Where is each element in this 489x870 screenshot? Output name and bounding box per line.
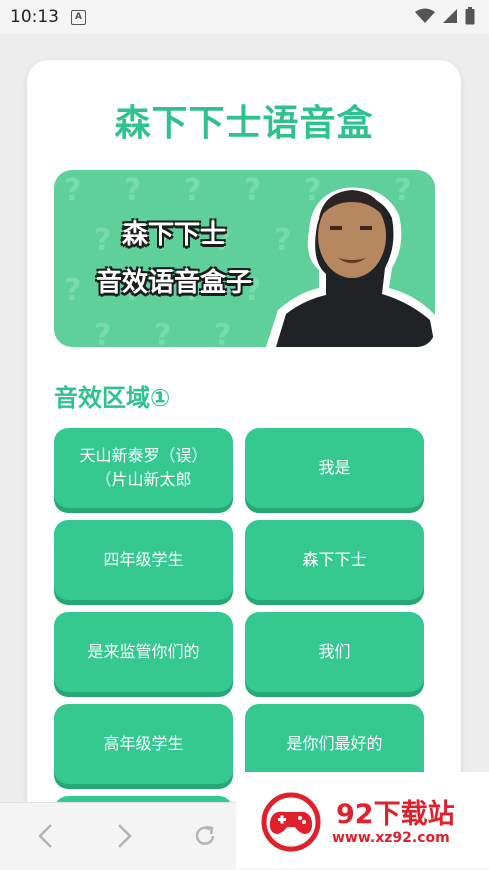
sound-button[interactable]: 我们 <box>245 612 424 692</box>
watermark-logo: 92下载站 www.xz92.com <box>236 772 489 869</box>
status-bar: 10:13 A <box>0 0 489 34</box>
wifi-icon <box>415 8 435 23</box>
svg-text:?: ? <box>244 173 261 208</box>
svg-text:?: ? <box>154 318 171 347</box>
watermark-name: 92下载站 <box>336 799 455 830</box>
svg-text:?: ? <box>184 173 201 208</box>
battery-icon <box>465 7 475 25</box>
chevron-left-icon[interactable] <box>36 823 56 849</box>
sound-button[interactable]: 森下下士 <box>245 520 424 600</box>
a-letter-icon: A <box>71 9 86 25</box>
banner-line-2: 音效语音盒子 <box>95 268 252 298</box>
svg-text:?: ? <box>94 318 111 347</box>
sound-button[interactable]: 是来监管你们的 <box>54 612 233 692</box>
reload-icon[interactable] <box>192 823 218 849</box>
app-card: 森下下士语音盒 ?????? ???? ???? ???? 森下下士 音效语音盒… <box>27 60 461 820</box>
svg-text:?: ? <box>124 173 141 208</box>
section-title: 音效区域① <box>54 384 171 412</box>
banner-line-1: 森下下士 <box>121 220 226 250</box>
svg-text:?: ? <box>64 173 81 208</box>
svg-text:?: ? <box>394 173 411 208</box>
svg-text:?: ? <box>214 318 231 347</box>
watermark-url: www.xz92.com <box>332 830 450 846</box>
question-mark-pattern: ?????? ???? ???? ???? <box>64 173 435 347</box>
gamepad-logo-icon <box>261 792 321 852</box>
status-time: 10:13 <box>10 7 59 27</box>
signal-icon <box>443 9 457 23</box>
banner-image: ?????? ???? ???? ???? 森下下士 音效语音盒子 <box>54 170 435 347</box>
sound-button[interactable]: 高年级学生 <box>54 704 233 784</box>
sound-button[interactable]: 四年级学生 <box>54 520 233 600</box>
app-title: 森下下士语音盒 <box>114 103 374 144</box>
status-icons <box>415 7 475 25</box>
sound-button[interactable]: 天山新泰罗（误） （片山新太郎 <box>54 428 233 508</box>
sound-button[interactable]: 我是 <box>245 428 424 508</box>
chevron-right-icon[interactable] <box>114 823 134 849</box>
